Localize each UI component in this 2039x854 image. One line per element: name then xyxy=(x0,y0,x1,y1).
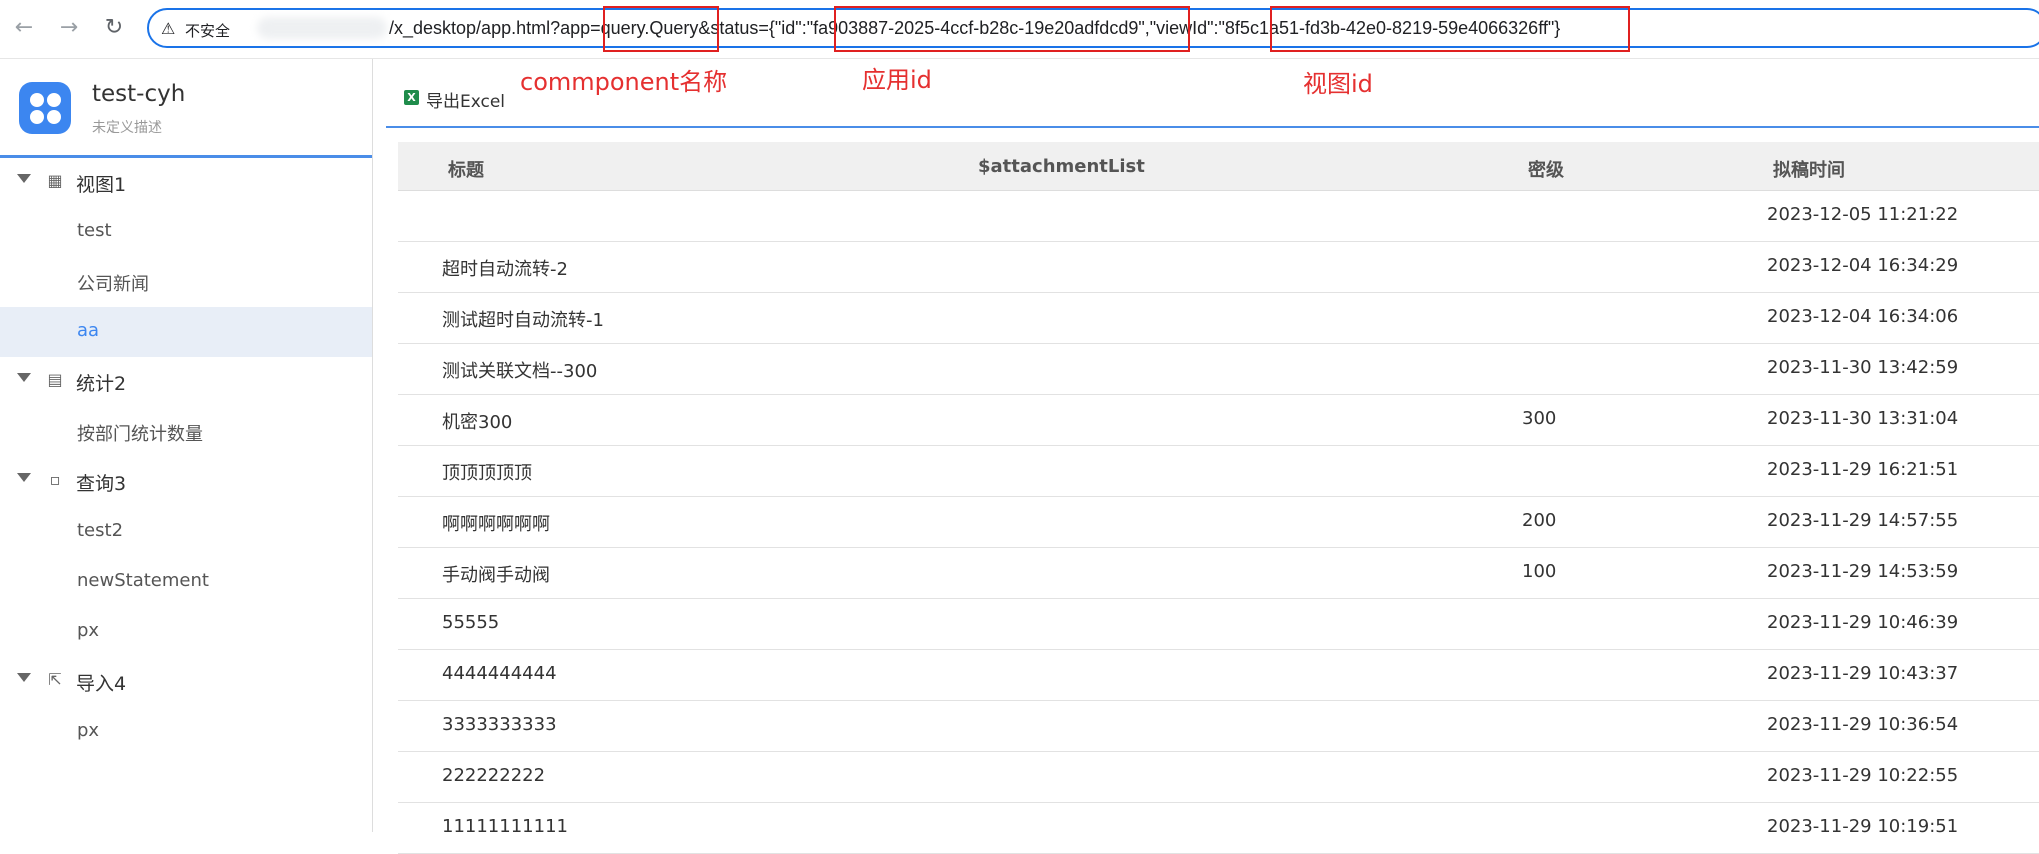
cell-title: 55555 xyxy=(442,612,500,633)
cell-draft-time: 2023-11-29 14:57:55 xyxy=(1767,510,1959,531)
table-row[interactable]: 222222222 2023-11-29 10:22:55 xyxy=(398,751,2039,803)
warning-icon[interactable]: ⚠ xyxy=(161,19,175,38)
cell-secret-level: 200 xyxy=(1522,510,1557,531)
bar-chart-icon: ▤ xyxy=(47,370,63,389)
column-header-title[interactable]: 标题 xyxy=(448,156,484,182)
table-row[interactable]: 2023-12-05 11:21:22 xyxy=(398,190,2039,242)
cell-title: 11111111111 xyxy=(442,816,568,837)
table-row[interactable]: 测试关联文档--300 2023-11-30 13:42:59 xyxy=(398,343,2039,395)
sidebar-item-test[interactable]: test xyxy=(0,207,372,257)
forward-arrow-icon[interactable]: → xyxy=(55,14,83,42)
cell-secret-level: 100 xyxy=(1522,561,1557,582)
export-excel-button[interactable]: 导出Excel xyxy=(426,87,505,112)
cell-draft-time: 2023-11-29 10:22:55 xyxy=(1767,765,1959,786)
caret-down-icon[interactable] xyxy=(17,174,31,183)
cell-title: 测试关联文档--300 xyxy=(442,361,598,382)
table-row[interactable]: 4444444444 2023-11-29 10:43:37 xyxy=(398,649,2039,701)
column-header-secret-level[interactable]: 密级 xyxy=(1528,156,1564,182)
table-icon: ▦ xyxy=(47,171,63,190)
sidebar-item-label: px xyxy=(77,620,100,641)
cell-title: 3333333333 xyxy=(442,714,557,735)
column-header-draft-time[interactable]: 拟稿时间 xyxy=(1773,156,1845,182)
table-row[interactable]: 啊啊啊啊啊啊 200 2023-11-29 14:57:55 xyxy=(398,496,2039,548)
cell-title: 手动阀手动阀 xyxy=(442,565,550,586)
sidebar-item-aa[interactable]: aa xyxy=(0,307,372,357)
table-row[interactable]: 3333333333 2023-11-29 10:36:54 xyxy=(398,700,2039,752)
app-logo-icon xyxy=(19,82,71,134)
cell-draft-time: 2023-11-30 13:42:59 xyxy=(1767,357,1959,378)
table-row[interactable]: 超时自动流转-2 2023-12-04 16:34:29 xyxy=(398,241,2039,293)
sidebar-group-query[interactable]: ▫ 查询3 xyxy=(0,457,372,505)
cell-title: 机密300 xyxy=(442,412,513,433)
sidebar-item-label: test2 xyxy=(77,520,124,541)
caret-down-icon[interactable] xyxy=(17,373,31,382)
cell-title: 啊啊啊啊啊啊 xyxy=(442,514,550,535)
table-row[interactable]: 机密300 300 2023-11-30 13:31:04 xyxy=(398,394,2039,446)
cell-secret-level: 300 xyxy=(1522,408,1557,429)
cell-draft-time: 2023-11-29 10:36:54 xyxy=(1767,714,1959,735)
sidebar-group-stats[interactable]: ▤ 统计2 xyxy=(0,357,372,405)
reload-icon[interactable]: ↻ xyxy=(100,14,128,42)
sidebar-item-company-news[interactable]: 公司新闻 xyxy=(0,257,372,307)
back-arrow-icon[interactable]: ← xyxy=(10,14,38,42)
sidebar-item-newstatement[interactable]: newStatement xyxy=(0,557,372,607)
cell-title: 顶顶顶顶顶 xyxy=(442,463,532,484)
cell-draft-time: 2023-12-04 16:34:06 xyxy=(1767,306,1959,327)
cell-title: 4444444444 xyxy=(442,663,557,684)
query-icon: ▫ xyxy=(49,470,61,489)
sidebar-item-import-px[interactable]: px xyxy=(0,707,372,757)
table-header: 标题 $attachmentList 密级 拟稿时间 xyxy=(398,142,2039,191)
sidebar-item-label: px xyxy=(77,720,100,741)
sidebar-item-label: test xyxy=(77,220,112,241)
sidebar-item-dept-count[interactable]: 按部门统计数量 xyxy=(0,407,372,457)
sidebar-group-import[interactable]: ⇱ 导入4 xyxy=(0,657,372,705)
cell-title: 222222222 xyxy=(442,765,546,786)
sidebar-item-label: 公司新闻 xyxy=(77,274,149,295)
app-name: test-cyh xyxy=(92,81,186,107)
cell-draft-time: 2023-11-30 13:31:04 xyxy=(1767,408,1959,429)
cell-draft-time: 2023-11-29 14:53:59 xyxy=(1767,561,1959,582)
component-highlight-box xyxy=(603,6,719,52)
cell-draft-time: 2023-12-04 16:34:29 xyxy=(1767,255,1959,276)
excel-icon[interactable]: X xyxy=(404,90,419,105)
cell-draft-time: 2023-11-29 16:21:51 xyxy=(1767,459,1959,480)
view-id-highlight-box xyxy=(1270,6,1630,52)
table-row[interactable]: 11111111111 2023-11-29 10:19:51 xyxy=(398,802,2039,854)
insecure-label[interactable]: 不安全 xyxy=(185,20,230,41)
sidebar-group-label: 视图1 xyxy=(76,174,127,196)
view-toolbar: X 导出Excel xyxy=(386,72,2039,128)
sidebar-group-label: 导入4 xyxy=(76,673,127,695)
sidebar-item-test2[interactable]: test2 xyxy=(0,507,372,557)
sidebar-item-px[interactable]: px xyxy=(0,607,372,657)
main-content: X 导出Excel 标题 $attachmentList 密级 拟稿时间 202… xyxy=(386,72,2039,854)
caret-down-icon[interactable] xyxy=(17,473,31,482)
app-id-highlight-box xyxy=(834,6,1190,52)
cell-title: 超时自动流转-2 xyxy=(442,259,568,280)
table-row[interactable]: 55555 2023-11-29 10:46:39 xyxy=(398,598,2039,650)
cell-title: 测试超时自动流转-1 xyxy=(442,310,604,331)
blurred-host xyxy=(257,17,387,39)
caret-down-icon[interactable] xyxy=(17,673,31,682)
cell-draft-time: 2023-11-29 10:43:37 xyxy=(1767,663,1959,684)
table-row[interactable]: 手动阀手动阀 100 2023-11-29 14:53:59 xyxy=(398,547,2039,599)
cell-draft-time: 2023-11-29 10:19:51 xyxy=(1767,816,1959,837)
cell-draft-time: 2023-12-05 11:21:22 xyxy=(1767,204,1959,225)
sidebar-group-label: 统计2 xyxy=(76,373,127,395)
app-description: 未定义描述 xyxy=(92,120,162,136)
cell-draft-time: 2023-11-29 10:46:39 xyxy=(1767,612,1959,633)
sidebar-item-label: newStatement xyxy=(77,570,209,591)
sidebar-group-label: 查询3 xyxy=(76,473,127,495)
table-row[interactable]: 顶顶顶顶顶 2023-11-29 16:21:51 xyxy=(398,445,2039,497)
sidebar-group-view[interactable]: ▦ 视图1 xyxy=(0,158,372,206)
sidebar: test-cyh 未定义描述 ▦ 视图1 test 公司新闻 aa ▤ 统计2 … xyxy=(0,59,373,832)
table-row[interactable]: 测试超时自动流转-1 2023-12-04 16:34:06 xyxy=(398,292,2039,344)
import-icon: ⇱ xyxy=(48,670,62,689)
sidebar-item-label: aa xyxy=(77,320,100,341)
sidebar-item-label: 按部门统计数量 xyxy=(77,424,203,445)
column-header-attachment[interactable]: $attachmentList xyxy=(978,156,1145,177)
